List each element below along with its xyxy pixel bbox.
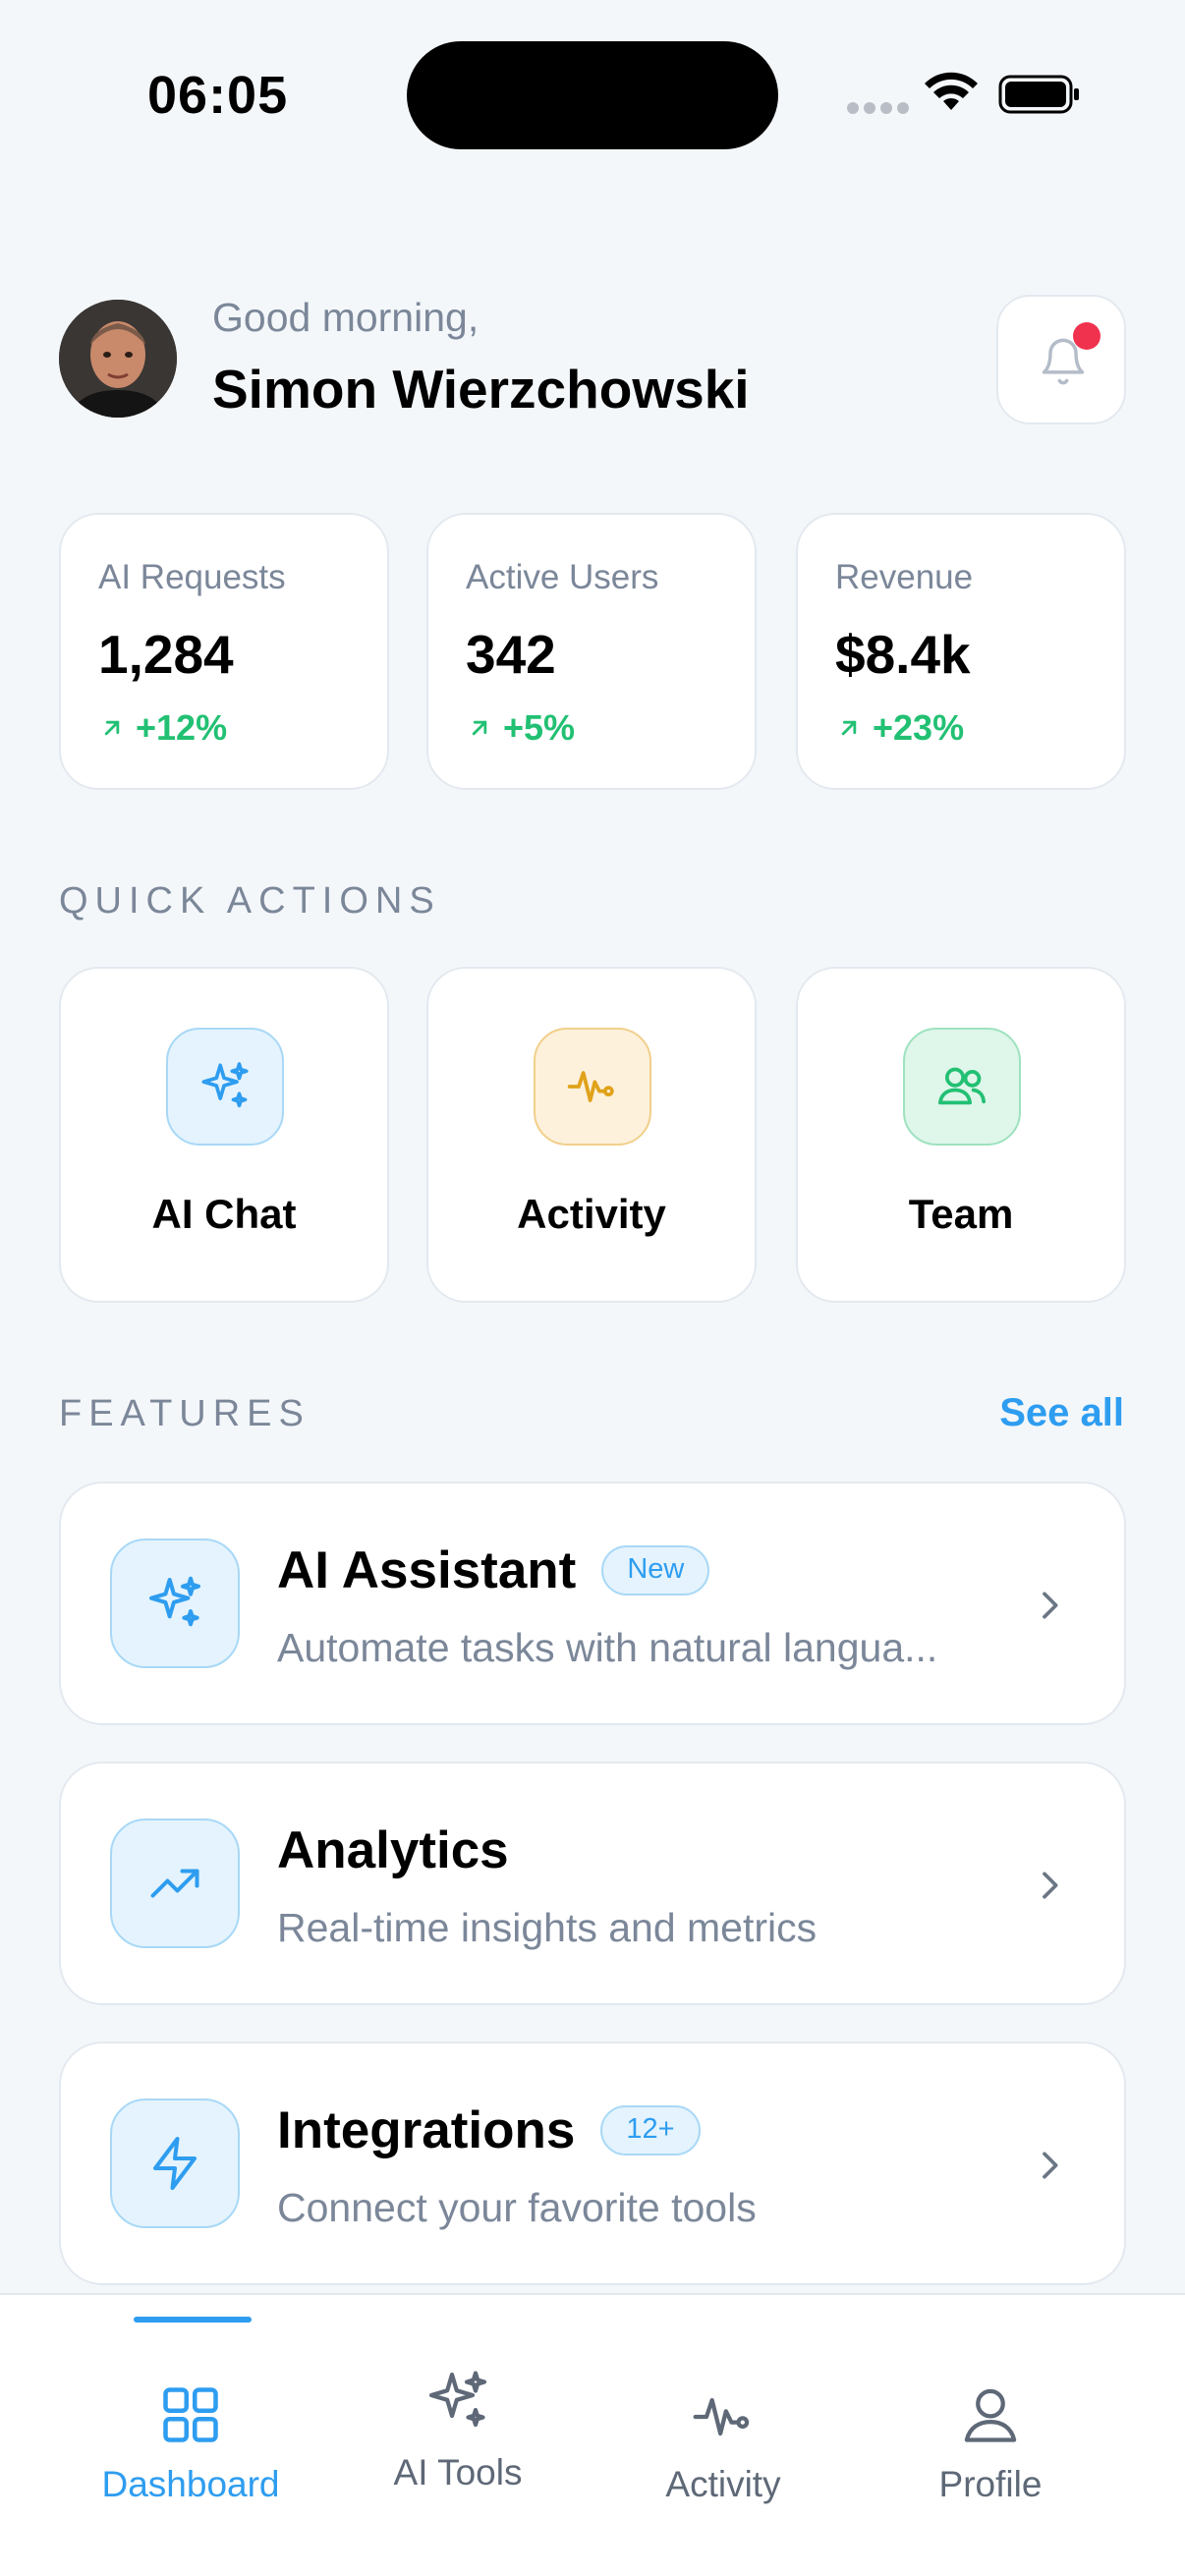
sparkles-icon [166,1028,284,1146]
arrow-up-right-icon [472,720,487,736]
quick-action-ai-chat[interactable]: AI Chat [59,967,389,1303]
stat-delta-value: +23% [873,707,965,748]
stat-card-ai-requests[interactable]: AI Requests 1,284 +12% [59,513,389,790]
count-badge: 12+ [600,2105,701,2156]
quick-action-label: AI Chat [151,1191,297,1237]
notifications-button[interactable] [996,295,1126,424]
see-all-link[interactable]: See all [999,1391,1124,1435]
quick-action-label: Activity [517,1191,666,1237]
cellular-signal-icon [847,102,909,114]
feature-title-text: Integrations [277,2101,576,2159]
new-badge: New [601,1545,710,1596]
stat-delta: +12% [98,707,227,749]
feature-card-analytics[interactable]: Analytics Real-time insights and metrics [59,1762,1126,2005]
greeting-text: Good morning, [212,295,480,340]
battery-icon [998,75,1079,114]
wifi-icon [925,72,978,110]
quick-action-label: Team [908,1191,1014,1237]
status-bar: 06:05 [0,0,1185,196]
features-heading: FEATURES [59,1393,310,1434]
stat-value: 1,284 [98,624,234,685]
stat-delta-value: +5% [503,707,576,748]
arrow-up-right-icon [841,720,857,736]
avatar-image [59,300,177,418]
lightning-icon [110,2099,240,2228]
feature-description: Connect your favorite tools [277,2185,757,2230]
activity-icon [693,2397,750,2436]
tab-label: AI Tools [393,2452,523,2492]
feature-title-text: Analytics [277,1821,509,1879]
feature-card-ai-assistant[interactable]: AI Assistant New Automate tasks with nat… [59,1482,1126,1725]
notification-dot [1073,322,1100,350]
tab-label: Activity [665,2464,781,2504]
active-tab-indicator [134,2317,252,2323]
feature-title-text: AI Assistant [277,1541,577,1599]
stat-card-active-users[interactable]: Active Users 342 +5% [426,513,757,790]
stat-delta: +23% [835,707,964,749]
tab-activity[interactable]: Activity [595,2346,851,2523]
person-icon [964,2388,1017,2442]
stat-card-revenue[interactable]: Revenue $8.4k +23% [796,513,1126,790]
stat-value: $8.4k [835,624,971,685]
user-name: Simon Wierzchowski [212,359,750,420]
stat-label: Revenue [835,558,974,596]
tab-dashboard[interactable]: Dashboard [63,2346,318,2523]
grid-icon [163,2387,218,2442]
chevron-right-icon [1043,1592,1058,1619]
stat-delta: +5% [466,707,575,749]
quick-action-activity[interactable]: Activity [426,967,757,1303]
chevron-right-icon [1043,1872,1058,1899]
quick-actions-heading: QUICK ACTIONS [59,880,441,922]
dynamic-island [407,41,778,149]
feature-description: Automate tasks with natural langua... [277,1625,938,1670]
tab-ai-tools[interactable]: AI Tools [330,2346,586,2523]
feature-title: AI Assistant New [277,1540,710,1600]
sparkles-icon [428,2371,487,2428]
stat-label: AI Requests [98,558,286,596]
users-icon [903,1028,1021,1146]
feature-card-integrations[interactable]: Integrations 12+ Connect your favorite t… [59,2042,1126,2285]
arrow-up-right-icon [104,720,120,736]
tab-bar: Dashboard AI Tools Activity Profile [0,2293,1185,2576]
stat-delta-value: +12% [136,707,228,748]
tab-label: Profile [938,2464,1043,2504]
stat-value: 342 [466,624,556,685]
trending-up-icon [110,1819,240,1948]
feature-title: Integrations 12+ [277,2100,701,2160]
status-time: 06:05 [147,66,289,125]
stat-label: Active Users [466,558,659,596]
feature-title: Analytics [277,1820,509,1880]
chevron-right-icon [1043,2152,1058,2179]
tab-label: Dashboard [101,2464,280,2504]
quick-action-team[interactable]: Team [796,967,1126,1303]
tab-profile[interactable]: Profile [863,2346,1118,2523]
sparkles-icon [110,1539,240,1668]
activity-icon [534,1028,651,1146]
feature-description: Real-time insights and metrics [277,1905,818,1950]
avatar[interactable] [59,300,177,418]
